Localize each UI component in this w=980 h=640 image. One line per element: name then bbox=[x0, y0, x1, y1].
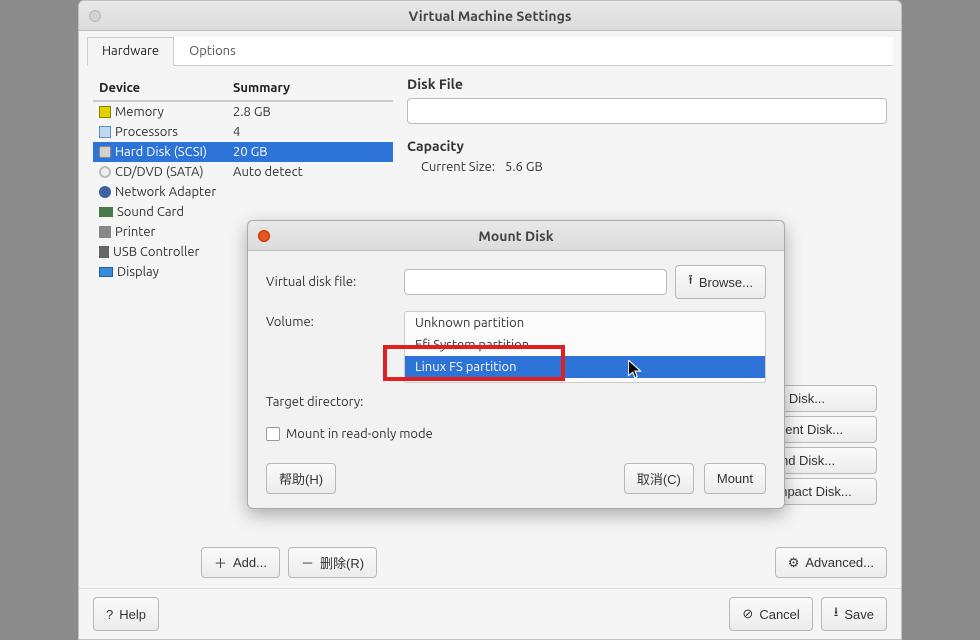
tab-options[interactable]: Options bbox=[174, 37, 251, 65]
volume-item-efi[interactable]: Efi System partition bbox=[405, 334, 765, 356]
window-title: Virtual Machine Settings bbox=[409, 8, 572, 24]
network-icon bbox=[99, 186, 111, 198]
prohibit-icon: ⊘ bbox=[742, 606, 753, 622]
bottom-row: ＋Add... －删除(R) ⚙Advanced... bbox=[79, 537, 901, 588]
gear-icon: ⚙ bbox=[788, 555, 800, 571]
plus-icon: ＋ bbox=[214, 553, 227, 572]
volume-item-linuxfs[interactable]: Linux FS partition bbox=[405, 356, 765, 378]
readonly-checkbox[interactable] bbox=[266, 427, 280, 441]
display-icon bbox=[99, 267, 113, 277]
sound-icon bbox=[99, 207, 113, 217]
titlebar: Virtual Machine Settings bbox=[79, 1, 901, 31]
cancel-button[interactable]: ⊘Cancel bbox=[729, 597, 812, 631]
virtual-disk-file-input[interactable] bbox=[404, 269, 667, 295]
save-button[interactable]: ⭳Save bbox=[821, 597, 887, 631]
printer-icon bbox=[99, 226, 111, 238]
capacity-row: Current Size: 5.6 GB bbox=[421, 160, 887, 174]
col-device: Device bbox=[93, 81, 233, 95]
col-summary: Summary bbox=[233, 81, 393, 95]
dialog-title: Mount Disk bbox=[478, 228, 553, 244]
dialog-titlebar: Mount Disk bbox=[248, 221, 784, 251]
help-button[interactable]: ?Help bbox=[93, 597, 159, 631]
disk-file-input[interactable] bbox=[407, 98, 887, 124]
close-dot-icon[interactable] bbox=[89, 10, 101, 22]
device-row-network[interactable]: Network Adapter bbox=[93, 182, 393, 202]
disk-file-label: Disk File bbox=[407, 76, 887, 92]
device-row-processors[interactable]: Processors 4 bbox=[93, 122, 393, 142]
readonly-row[interactable]: Mount in read-only mode bbox=[266, 427, 766, 441]
virtual-disk-file-label: Virtual disk file: bbox=[266, 275, 396, 289]
device-row-sound[interactable]: Sound Card bbox=[93, 202, 393, 222]
device-row-harddisk[interactable]: Hard Disk (SCSI) 20 GB bbox=[93, 142, 393, 162]
add-button[interactable]: ＋Add... bbox=[201, 547, 280, 578]
tab-row: Hardware Options bbox=[87, 37, 893, 66]
dialog-help-button[interactable]: 帮助(H) bbox=[266, 463, 336, 494]
volume-item-unknown[interactable]: Unknown partition bbox=[405, 312, 765, 334]
device-row-cddvd[interactable]: CD/DVD (SATA) Auto detect bbox=[93, 162, 393, 182]
cd-icon bbox=[99, 166, 111, 178]
mount-disk-dialog: Mount Disk Virtual disk file: ⭱Browse...… bbox=[247, 220, 785, 509]
tab-hardware[interactable]: Hardware bbox=[87, 37, 174, 66]
current-size-label: Current Size: bbox=[421, 160, 495, 174]
question-icon: ? bbox=[106, 607, 113, 622]
capacity-label: Capacity bbox=[407, 138, 887, 154]
footer: ?Help ⊘Cancel ⭳Save bbox=[79, 588, 901, 639]
usb-icon bbox=[99, 246, 109, 258]
readonly-label: Mount in read-only mode bbox=[286, 427, 433, 441]
device-row-memory[interactable]: Memory 2.8 GB bbox=[93, 102, 393, 122]
memory-icon bbox=[99, 106, 111, 118]
upload-icon: ⭱ bbox=[688, 271, 693, 293]
browse-button[interactable]: ⭱Browse... bbox=[675, 265, 766, 299]
volume-listbox[interactable]: Unknown partition Efi System partition L… bbox=[404, 311, 766, 383]
volume-label: Volume: bbox=[266, 311, 396, 329]
dialog-close-icon[interactable] bbox=[258, 230, 270, 242]
target-directory-label: Target directory: bbox=[266, 395, 396, 409]
dialog-mount-button[interactable]: Mount bbox=[704, 463, 766, 494]
download-icon: ⭳ bbox=[834, 603, 839, 625]
advanced-button[interactable]: ⚙Advanced... bbox=[775, 547, 887, 578]
dialog-footer: 帮助(H) 取消(C) Mount bbox=[248, 453, 784, 508]
cpu-icon bbox=[99, 126, 111, 138]
device-table-header: Device Summary bbox=[93, 76, 393, 102]
harddisk-icon bbox=[99, 146, 111, 158]
current-size-value: 5.6 GB bbox=[505, 160, 543, 174]
delete-button[interactable]: －删除(R) bbox=[288, 547, 377, 578]
minus-icon: － bbox=[301, 553, 314, 572]
dialog-cancel-button[interactable]: 取消(C) bbox=[624, 463, 694, 494]
